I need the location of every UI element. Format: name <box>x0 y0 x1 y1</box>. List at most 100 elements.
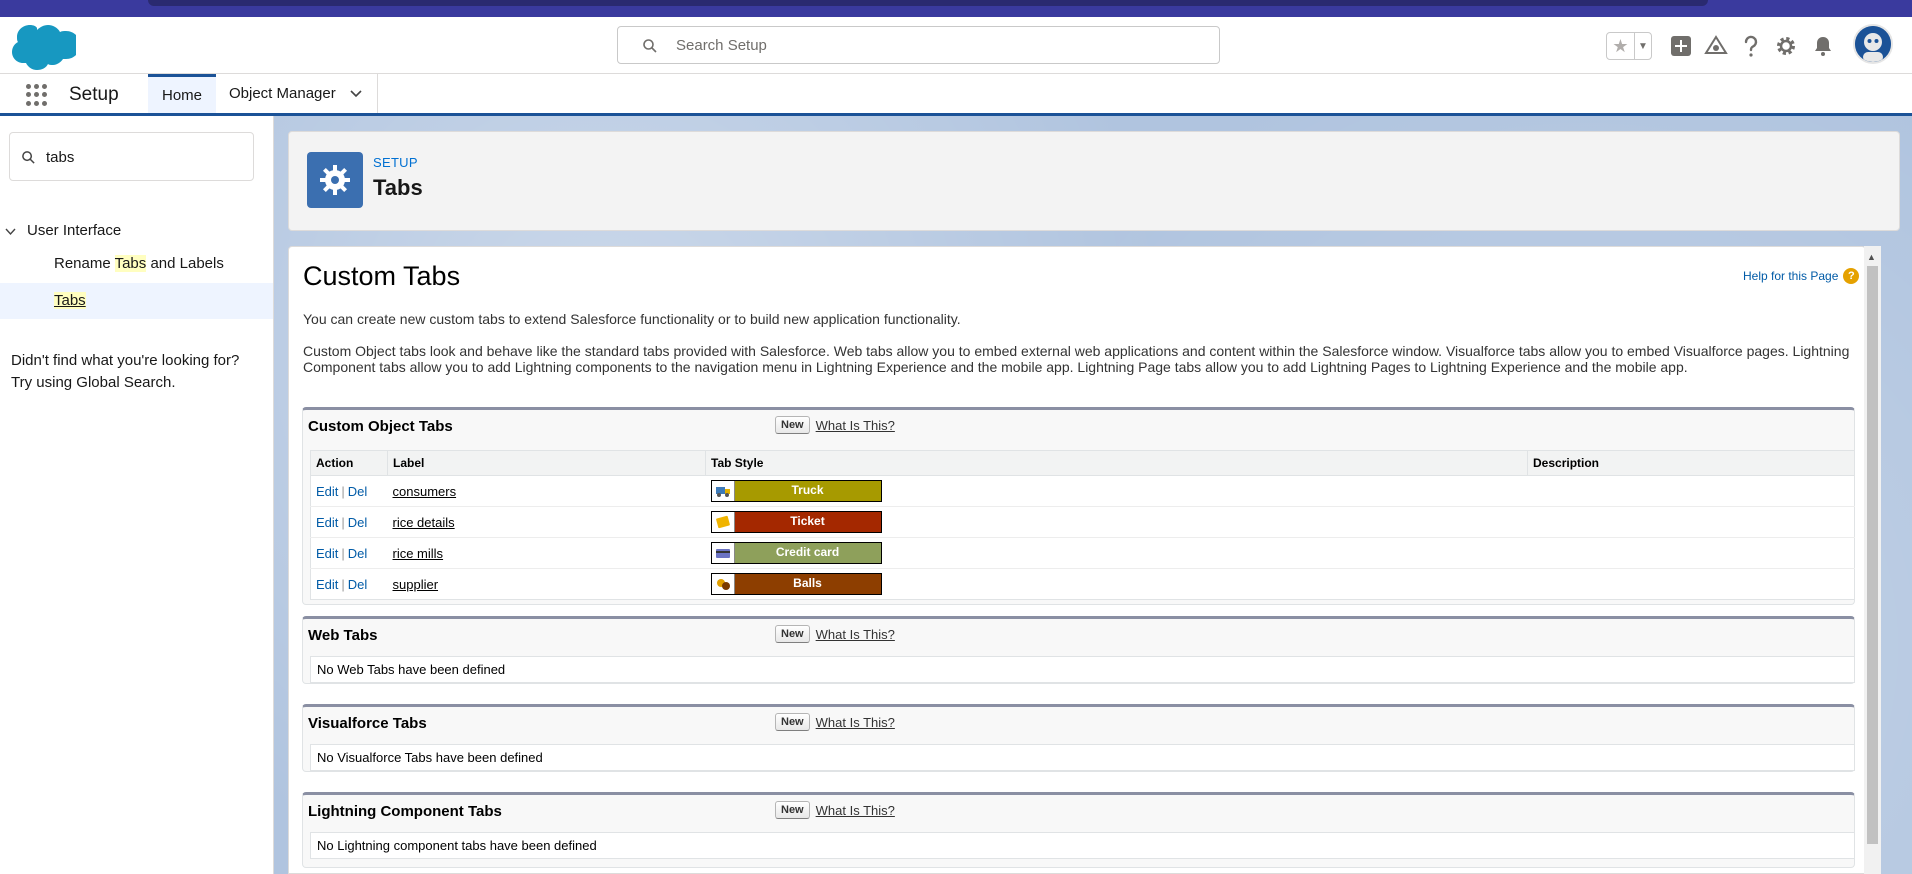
column-header: Action <box>310 450 388 476</box>
what-is-this-link[interactable]: What Is This? <box>816 803 895 818</box>
favorites-dropdown-icon[interactable]: ▼ <box>1635 33 1651 59</box>
description-cell <box>1527 568 1855 600</box>
delete-link[interactable]: Del <box>348 484 368 499</box>
edit-link[interactable]: Edit <box>316 515 338 530</box>
action-cell: Edit | Del <box>310 506 388 538</box>
tab-object-manager-label: Object Manager <box>229 85 336 102</box>
visualforce-tabs-block: Visualforce Tabs New What Is This? No Vi… <box>302 704 1855 772</box>
help-link-label: Help for this Page <box>1743 269 1839 283</box>
credit-card-icon <box>711 543 735 563</box>
description-cell <box>1527 475 1855 507</box>
tab-label-link[interactable]: rice details <box>393 515 455 530</box>
tab-style-label: Truck <box>734 481 881 501</box>
new-visualforce-tab-button[interactable]: New <box>775 713 810 731</box>
tab-style-swatch: Credit card <box>710 542 882 564</box>
chevron-down-icon[interactable] <box>4 225 17 238</box>
label-part: and Labels <box>146 255 224 272</box>
what-is-this-link[interactable]: What Is This? <box>816 715 895 730</box>
action-cell: Edit | Del <box>310 568 388 600</box>
edit-link[interactable]: Edit <box>316 546 338 561</box>
what-is-this-link[interactable]: What Is This? <box>816 418 895 433</box>
page-title: Tabs <box>373 175 423 200</box>
edit-link[interactable]: Edit <box>316 577 338 592</box>
content-scrollbar[interactable]: ▲ <box>1864 246 1881 874</box>
block-title: Visualforce Tabs <box>308 715 427 732</box>
description-cell <box>1527 506 1855 538</box>
delete-link[interactable]: Del <box>348 577 368 592</box>
action-separator: | <box>341 483 345 499</box>
help-for-page-link[interactable]: Help for this Page ? <box>1743 268 1860 284</box>
scrollbar-thumb[interactable] <box>1867 266 1878 844</box>
tab-style-label: Credit card <box>734 543 881 563</box>
help-icon[interactable] <box>1738 33 1764 59</box>
block-buttons: New What Is This? <box>775 713 895 731</box>
tree-node-label: User Interface <box>27 222 122 239</box>
edit-link[interactable]: Edit <box>316 484 338 499</box>
delete-link[interactable]: Del <box>348 515 368 530</box>
label-part: Rename <box>54 255 115 272</box>
table-row: Edit | Del supplier Balls <box>310 568 1855 600</box>
salesforce-logo[interactable] <box>10 24 76 70</box>
quick-find[interactable] <box>9 132 254 181</box>
help-question-icon[interactable]: ? <box>1843 268 1860 284</box>
column-header: Description <box>1527 450 1855 476</box>
quick-find-input[interactable] <box>46 146 236 168</box>
empty-message: No Web Tabs have been defined <box>310 656 1855 683</box>
scroll-up-arrow-icon[interactable]: ▲ <box>1867 252 1876 262</box>
column-header: Label <box>387 450 706 476</box>
tab-label-link[interactable]: consumers <box>393 484 457 499</box>
user-avatar[interactable] <box>1853 24 1893 64</box>
tab-style-label: Balls <box>734 574 881 594</box>
app-launcher-icon[interactable] <box>26 84 48 106</box>
delete-link[interactable]: Del <box>348 546 368 561</box>
setup-sidebar: User Interface Rename Tabs and Labels Ta… <box>0 116 274 874</box>
block-buttons: New What Is This? <box>775 801 895 819</box>
custom-object-tabs-table: Action Label Tab Style Description Edit |… <box>310 450 1855 600</box>
sidebar-item-rename-tabs-and-labels[interactable]: Rename Tabs and Labels <box>0 246 273 282</box>
favorites-group[interactable]: ★ ▼ <box>1606 32 1652 60</box>
empty-message: No Lightning component tabs have been de… <box>310 832 1855 859</box>
global-search-input[interactable] <box>676 35 1196 55</box>
intro-description: Custom Object tabs look and behave like … <box>303 343 1850 375</box>
new-lightning-component-tab-button[interactable]: New <box>775 801 810 819</box>
ticket-icon <box>711 512 735 532</box>
browser-tab-strip <box>148 0 1708 6</box>
block-buttons: New What Is This? <box>775 416 895 434</box>
tab-style-swatch: Ticket <box>710 511 882 533</box>
what-is-this-link[interactable]: What Is This? <box>816 627 895 642</box>
help-line: Try using Global Search. <box>11 374 176 391</box>
tab-label-link[interactable]: rice mills <box>393 546 444 561</box>
label-cell: rice details <box>387 506 706 538</box>
global-actions-icon[interactable] <box>1668 33 1694 59</box>
search-icon <box>22 151 35 164</box>
sidebar-item-label: Tabs <box>54 292 86 309</box>
tab-home[interactable]: Home <box>148 74 216 113</box>
action-separator: | <box>341 545 345 561</box>
new-custom-object-tab-button[interactable]: New <box>775 416 810 434</box>
notifications-bell-icon[interactable] <box>1810 33 1836 59</box>
chevron-down-icon[interactable] <box>349 86 363 100</box>
new-web-tab-button[interactable]: New <box>775 625 810 643</box>
search-highlight: Tabs <box>114 255 147 272</box>
favorite-star-icon[interactable]: ★ <box>1607 33 1635 59</box>
tree-node-user-interface[interactable]: User Interface <box>0 218 273 244</box>
setup-gear-icon[interactable] <box>1773 33 1799 59</box>
tab-style-cell: Ticket <box>705 506 1528 538</box>
block-title: Lightning Component Tabs <box>308 803 502 820</box>
action-separator: | <box>341 576 345 592</box>
table-row: Edit | Del rice details Ticket <box>310 506 1855 538</box>
intro-text: You can create new custom tabs to extend… <box>303 311 961 327</box>
block-title: Custom Object Tabs <box>308 418 453 435</box>
trailhead-icon[interactable] <box>1703 33 1729 59</box>
sidebar-item-tabs[interactable]: Tabs <box>0 283 273 319</box>
tab-label-link[interactable]: supplier <box>393 577 439 592</box>
browser-top-strip <box>0 0 1912 17</box>
sidebar-help-text: Didn't find what you're looking for? Try… <box>11 350 261 394</box>
app-navigation: Setup Home Object Manager <box>0 74 1912 116</box>
label-cell: rice mills <box>387 537 706 569</box>
tab-object-manager[interactable]: Object Manager <box>216 74 378 113</box>
global-search[interactable] <box>617 26 1220 64</box>
page-header: SETUP Tabs <box>288 131 1900 231</box>
sidebar-item-label: Rename Tabs and Labels <box>54 255 224 272</box>
action-cell: Edit | Del <box>310 537 388 569</box>
